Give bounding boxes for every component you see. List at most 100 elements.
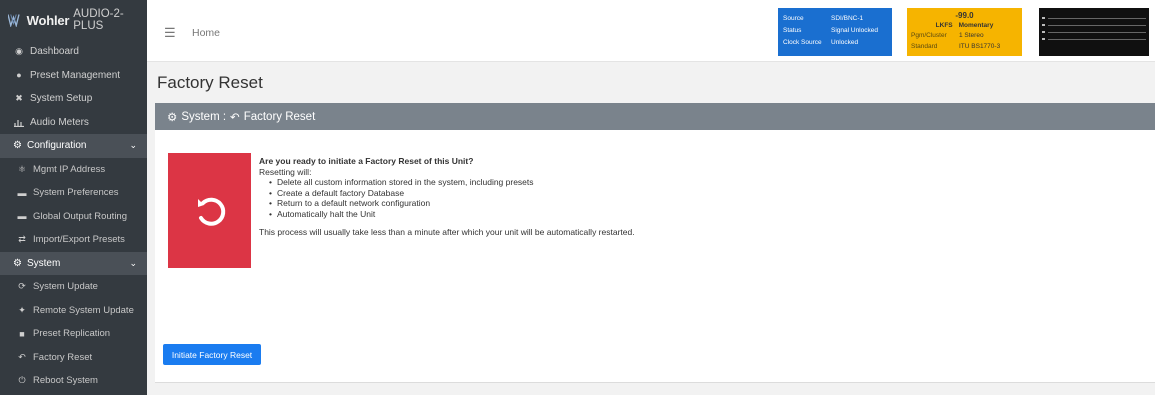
gears-icon: ⚙: [13, 257, 22, 269]
factory-reset-tile: [168, 153, 251, 268]
chart-icon: [13, 118, 25, 127]
users-icon: ●: [16, 70, 22, 81]
meter-bar: [1042, 24, 1146, 26]
keyboard-icon: ▬: [17, 187, 27, 198]
sidebar-item-label: System Preferences: [33, 187, 119, 199]
sidebar-item-label: System Update: [33, 281, 98, 293]
top-bar: ☰ Home Source SDI/BNC-1 Status Signal Un…: [147, 0, 1155, 62]
loudness-status-panel: -99.0 LKFS Momentary Pgm/Cluster 1 Stere…: [907, 8, 1022, 56]
list-item: Create a default factory Database: [269, 188, 959, 199]
status-value: 1 Stereo: [959, 32, 984, 40]
sidebar-item-label: Preset Management: [30, 69, 121, 81]
sidebar-item-reboot-system[interactable]: ⏻ Reboot System: [0, 369, 147, 393]
sync-icon: ⟳: [18, 281, 26, 292]
status-key: Status: [783, 26, 802, 34]
sidebar-item-label: Factory Reset: [33, 351, 93, 363]
sidebar-group-system[interactable]: ⚙ System ⌄: [0, 251, 147, 275]
card-body: Are you ready to initiate a Factory Rese…: [155, 130, 1155, 383]
dashboard-icon: ◉: [15, 46, 23, 57]
status-row: Standard ITU BS1770-3: [911, 41, 1018, 52]
initiate-factory-reset-button[interactable]: Initiate Factory Reset: [163, 344, 261, 365]
list-item: Automatically halt the Unit: [269, 209, 959, 220]
loudness-mode-row: LKFS Momentary: [911, 20, 1018, 31]
sidebar-group-label: Configuration: [26, 140, 87, 152]
status-key: Clock Source: [783, 38, 822, 46]
wohler-logo-icon: [8, 14, 20, 27]
status-key: Source: [783, 14, 804, 22]
sidebar-item-label: System Setup: [30, 93, 93, 105]
meter-bar: [1042, 38, 1146, 40]
status-value: Signal Unlocked: [831, 26, 878, 34]
sidebar-item-label: Remote System Update: [33, 304, 134, 316]
gear-icon: ⚙: [13, 140, 22, 152]
status-key: Standard: [911, 42, 938, 50]
reset-bullets: Delete all custom information stored in …: [259, 177, 959, 219]
sidebar-item-label: Preset Replication: [33, 328, 111, 340]
source-status-panel: Source SDI/BNC-1 Status Signal Unlocked …: [778, 8, 892, 56]
meter-bar: [1042, 31, 1146, 33]
sidebar-item-audio-meters[interactable]: Audio Meters: [0, 111, 147, 135]
chevron-down-icon: ⌄: [129, 140, 137, 151]
sidebar-item-system-setup[interactable]: ✖ System Setup: [0, 87, 147, 111]
keyboard-icon: ▬: [17, 211, 27, 222]
hamburger-menu-icon[interactable]: ☰: [164, 25, 176, 41]
satellite-icon: ✦: [18, 304, 26, 315]
status-row: Status Signal Unlocked: [783, 24, 887, 36]
status-row: Pgm/Cluster 1 Stereo: [911, 31, 1018, 42]
undo-large-icon: [197, 197, 225, 226]
status-value: Unlocked: [831, 38, 859, 46]
meter-bar: [1042, 17, 1146, 19]
reset-note: This process will usually take less than…: [259, 227, 635, 237]
status-row: Clock Source Unlocked: [783, 36, 887, 48]
undo-icon: ↶: [230, 111, 240, 124]
card-header: ⚙ System : ↶ Factory Reset: [155, 103, 1155, 130]
sidebar-item-system-update[interactable]: ⟳ System Update: [0, 275, 147, 299]
sidebar-item-mgmt-ip-address[interactable]: ⚛ Mgmt IP Address: [0, 158, 147, 182]
sidebar-group-configuration[interactable]: ⚙ Configuration ⌄: [0, 134, 147, 158]
reset-intro: Resetting will:: [259, 166, 312, 177]
sidebar-item-preset-management[interactable]: ● Preset Management: [0, 64, 147, 88]
audio-meter-preview[interactable]: [1039, 8, 1149, 56]
tools-icon: ✖: [15, 93, 23, 104]
sidebar-item-system-preferences[interactable]: ▬ System Preferences: [0, 181, 147, 205]
card-header-title: Factory Reset: [243, 110, 316, 123]
list-item: Delete all custom information stored in …: [269, 177, 959, 188]
sidebar-item-preset-replication[interactable]: ■ Preset Replication: [0, 322, 147, 346]
brand[interactable]: Wohler AUDIO-2-PLUS: [0, 0, 147, 40]
sidebar-item-label: Mgmt IP Address: [33, 163, 106, 175]
breadcrumb-home[interactable]: Home: [192, 27, 220, 39]
page-title: Factory Reset: [157, 73, 263, 92]
loudness-unit: LKFS: [935, 21, 953, 29]
exchange-icon: ⇄: [18, 234, 26, 245]
sidebar-item-dashboard[interactable]: ◉ Dashboard: [0, 40, 147, 64]
brand-product: AUDIO-2-PLUS: [73, 8, 124, 32]
copy-icon: ■: [19, 328, 25, 339]
status-value: SDI/BNC-1: [831, 14, 864, 22]
reset-description: Are you ready to initiate a Factory Rese…: [259, 156, 959, 238]
power-icon: ⏻: [18, 375, 26, 386]
sidebar-group-label: System: [26, 257, 61, 269]
sidebar-item-label: Import/Export Presets: [33, 234, 125, 246]
gears-icon: ⚙: [167, 111, 178, 124]
sidebar-item-import-export-presets[interactable]: ⇄ Import/Export Presets: [0, 228, 147, 252]
status-key: Pgm/Cluster: [911, 32, 947, 40]
status-row: Source SDI/BNC-1: [783, 12, 887, 24]
status-value: ITU BS1770-3: [959, 42, 1001, 50]
sidebar-item-label: Dashboard: [30, 46, 79, 58]
undo-icon: ↶: [18, 351, 26, 362]
sidebar-item-label: Audio Meters: [30, 116, 89, 128]
loudness-value: -99.0: [955, 11, 974, 20]
card-header-prefix: System :: [181, 110, 227, 123]
list-item: Return to a default network configuratio…: [269, 198, 959, 209]
sidebar-item-global-output-routing[interactable]: ▬ Global Output Routing: [0, 205, 147, 229]
brand-logo: Wohler: [26, 12, 70, 28]
sidebar-item-factory-reset[interactable]: ↶ Factory Reset: [0, 346, 147, 370]
sidebar: Wohler AUDIO-2-PLUS ◉ Dashboard ● Preset…: [0, 0, 147, 395]
loudness-mode: Momentary: [958, 21, 994, 29]
sidebar-item-label: Global Output Routing: [33, 210, 128, 222]
sidebar-item-remote-system-update[interactable]: ✦ Remote System Update: [0, 299, 147, 323]
network-icon: ⚛: [17, 163, 27, 174]
sidebar-item-label: Reboot System: [33, 375, 98, 387]
chevron-down-icon: ⌄: [129, 257, 137, 268]
reset-question: Are you ready to initiate a Factory Rese…: [259, 156, 474, 166]
